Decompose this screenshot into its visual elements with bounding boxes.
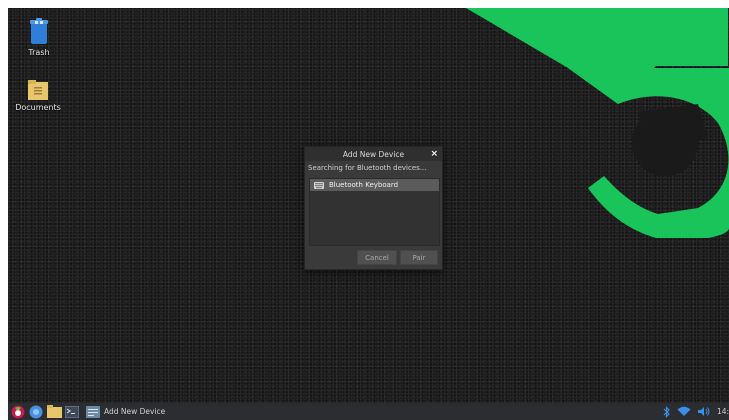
close-button[interactable]: × <box>430 148 438 160</box>
system-tray: 14:3 <box>663 403 729 420</box>
taskbar: Add New Device 14:3 <box>8 403 729 420</box>
file-manager-button[interactable] <box>46 404 62 420</box>
wifi-icon[interactable] <box>677 406 691 417</box>
task-label: Add New Device <box>104 407 166 416</box>
keyboard-icon <box>314 181 324 189</box>
add-device-dialog: Add New Device × Searching for Bluetooth… <box>304 146 443 270</box>
desktop: Trash Documents Add New Device × Searchi… <box>8 8 729 403</box>
terminal-button[interactable] <box>64 404 80 420</box>
pair-button[interactable]: Pair <box>400 250 438 265</box>
dialog-title-bar[interactable]: Add New Device × <box>305 147 442 161</box>
volume-icon[interactable] <box>697 406 711 417</box>
raspberry-menu-button[interactable] <box>10 404 26 420</box>
trash-icon <box>30 18 48 44</box>
desktop-icon-documents[interactable]: Documents <box>8 79 68 112</box>
search-status: Searching for Bluetooth devices... <box>308 164 427 172</box>
taskbar-task-add-new-device[interactable]: Add New Device <box>86 405 166 418</box>
desktop-icon-trash[interactable]: Trash <box>9 18 69 57</box>
bluetooth-icon[interactable] <box>663 405 671 418</box>
terminal-icon <box>65 405 79 418</box>
file-manager-icon <box>46 405 62 418</box>
raspberry-menu-icon <box>11 405 25 418</box>
dialog-title: Add New Device <box>342 149 405 159</box>
web-browser-icon <box>29 405 43 418</box>
device-list[interactable]: Bluetooth Keyboard <box>309 178 440 246</box>
desktop-icon-label: Documents <box>15 103 61 112</box>
device-name: Bluetooth Keyboard <box>329 181 399 189</box>
device-row-bluetooth-keyboard[interactable]: Bluetooth Keyboard <box>310 179 439 191</box>
web-browser-button[interactable] <box>28 404 44 420</box>
dialog-buttons: Cancel Pair <box>357 250 438 265</box>
cancel-button[interactable]: Cancel <box>357 250 397 265</box>
folder-icon <box>28 80 48 100</box>
bluetooth-dialog-icon <box>86 405 100 418</box>
desktop-icon-label: Trash <box>28 48 50 57</box>
clock[interactable]: 14:3 <box>717 407 729 416</box>
